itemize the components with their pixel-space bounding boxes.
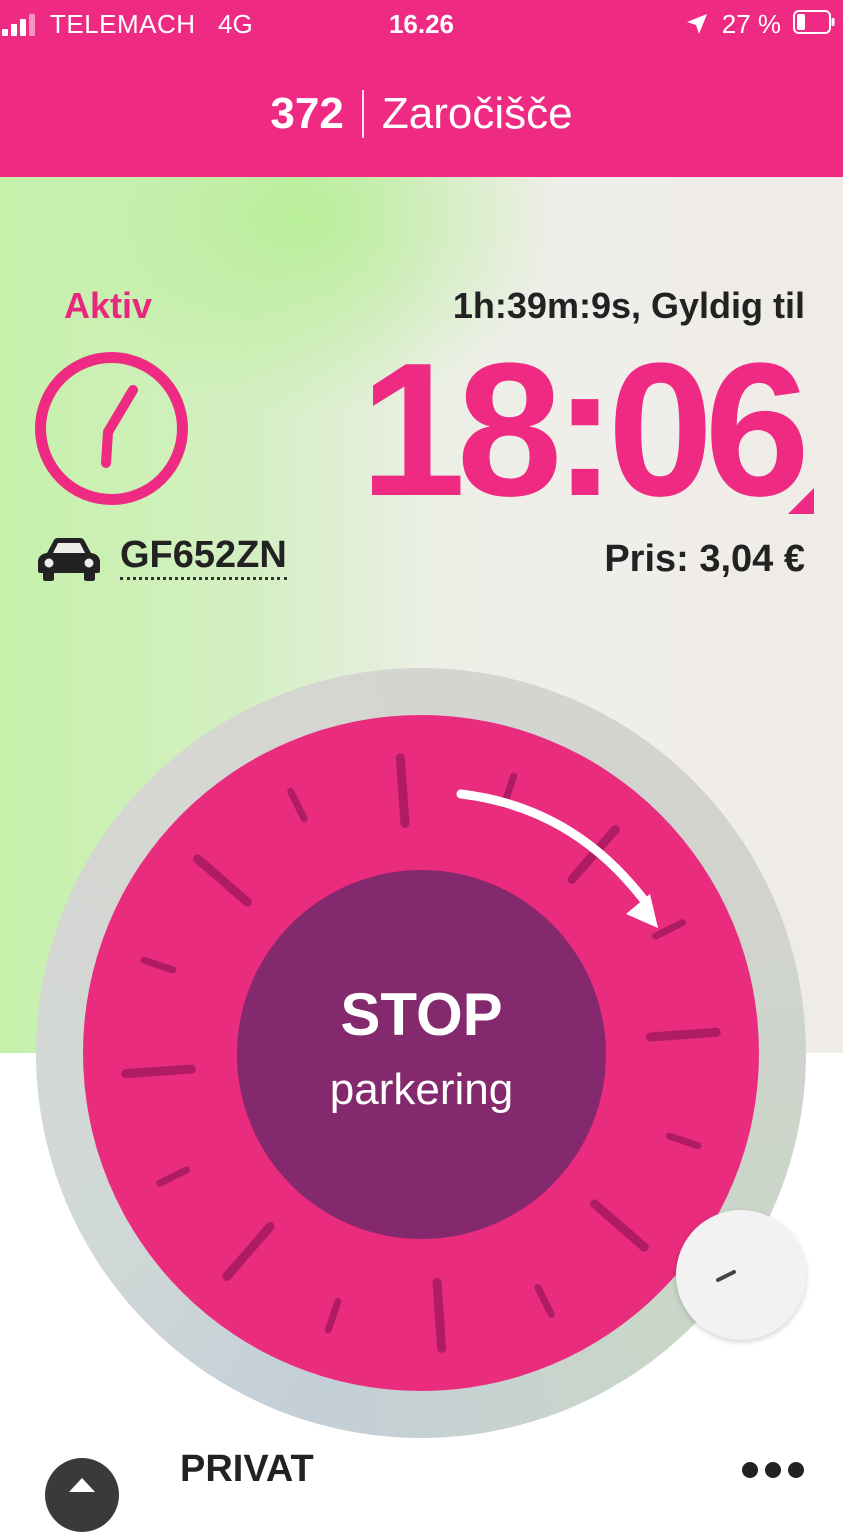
- zone-header: 372 Zaročišče: [0, 50, 843, 177]
- header-divider: [361, 89, 364, 138]
- account-type: PRIVAT: [180, 1448, 314, 1490]
- dial-tick: [121, 1064, 197, 1079]
- side-handle-button[interactable]: [676, 1210, 806, 1340]
- network-type: 4G: [218, 9, 253, 39]
- arrow-icon: [716, 1270, 736, 1282]
- status-bar: TELEMACH 4G 16.26 27 %: [0, 0, 843, 50]
- end-time: 18:06: [360, 324, 810, 536]
- stop-sublabel: parkering: [329, 1065, 514, 1114]
- dial-tick: [645, 1027, 721, 1042]
- more-icon[interactable]: [740, 1458, 806, 1482]
- expand-button[interactable]: [45, 1458, 119, 1532]
- clock-icon: [35, 352, 188, 505]
- dial-tick: [432, 1277, 447, 1353]
- dial-tick: [395, 753, 410, 829]
- location-arrow-icon: [687, 14, 707, 34]
- remaining-time: 1h:39m:9s, Gyldig til: [452, 285, 805, 326]
- zone-number: 372: [270, 88, 344, 138]
- stop-label: STOP: [340, 981, 503, 1048]
- license-plate-link[interactable]: GF652ZN: [120, 534, 287, 580]
- zone-name: Zaročišče: [381, 88, 573, 138]
- car-icon: [38, 538, 100, 581]
- corner-marker-icon: [788, 488, 814, 514]
- parking-status: Aktiv: [64, 285, 153, 326]
- battery-icon: [793, 10, 835, 34]
- chevron-up-icon: [69, 1478, 95, 1492]
- carrier-name: TELEMACH: [50, 9, 196, 39]
- parking-price: Pris: 3,04 €: [604, 538, 805, 580]
- signal-icon: [2, 14, 35, 36]
- battery-percent: 27 %: [721, 9, 781, 39]
- stop-parking-button[interactable]: STOP parkering: [237, 870, 606, 1239]
